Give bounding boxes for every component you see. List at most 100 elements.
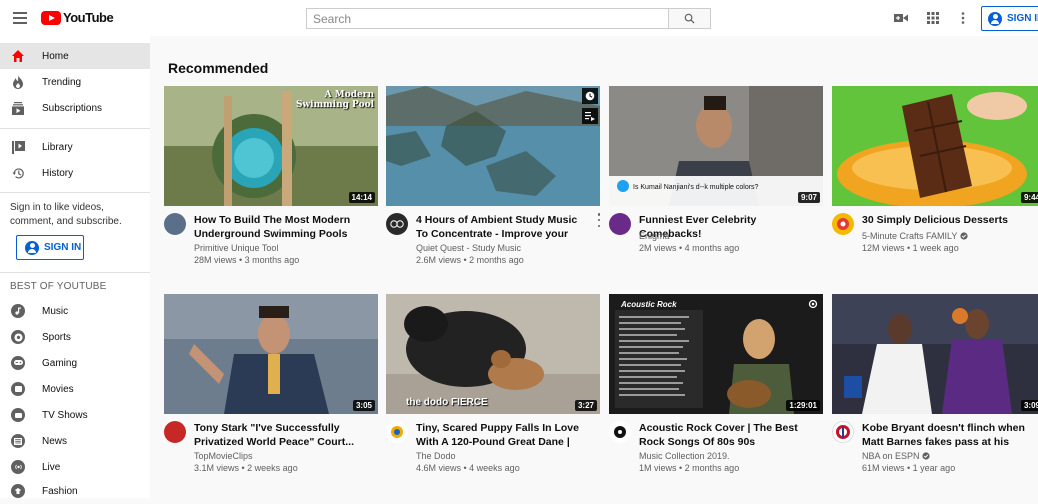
channel-name[interactable]: Quiet Quest - Study Music xyxy=(416,243,521,253)
library-icon xyxy=(11,140,25,154)
sidebar-item-library[interactable]: Library xyxy=(0,134,150,160)
settings-icon[interactable] xyxy=(805,296,821,312)
more-vert-icon[interactable] xyxy=(955,10,971,26)
sidebar-item-label: Movies xyxy=(42,383,74,395)
apps-grid-icon[interactable] xyxy=(925,10,941,26)
nba-logo-icon xyxy=(836,425,850,439)
video-duration: 3:27 xyxy=(574,400,597,411)
sidebar-divider xyxy=(0,128,150,129)
sidebar-item-sports[interactable]: Sports xyxy=(0,324,150,350)
video-title[interactable]: Kobe Bryant doesn't flinch when Matt Bar… xyxy=(862,421,1038,449)
menu-icon[interactable] xyxy=(13,12,27,24)
sign-in-prompt: Sign in to like videos, comment, and sub… xyxy=(10,202,122,227)
add-to-queue-icon[interactable] xyxy=(582,108,598,124)
video-title[interactable]: 30 Simply Delicious Desserts xyxy=(862,213,1038,227)
sign-in-label: SIGN IN xyxy=(1007,13,1038,24)
video-duration: 3:09 xyxy=(1020,400,1038,411)
sign-in-button-top[interactable]: SIGN IN xyxy=(981,6,1038,31)
search-icon xyxy=(684,13,695,24)
watch-later-icon[interactable] xyxy=(582,88,598,104)
sidebar-item-label: History xyxy=(42,167,74,179)
sidebar-item-label: Subscriptions xyxy=(42,102,103,114)
video-meta: 2.6M views • 2 months ago xyxy=(416,255,524,265)
video-thumbnail[interactable]: Acoustic Rock 1:29:01 xyxy=(609,294,823,414)
video-title[interactable]: Acoustic Rock Cover | The Best Rock Song… xyxy=(639,421,815,449)
video-thumbnail[interactable]: 9:44 xyxy=(832,86,1038,206)
sidebar-item-music[interactable]: Music xyxy=(0,298,150,324)
recommended-heading: Recommended xyxy=(168,60,269,76)
video-thumbnail[interactable]: 3:09 xyxy=(832,294,1038,414)
sidebar-item-home[interactable]: Home xyxy=(0,43,150,69)
sidebar-item-gaming[interactable]: Gaming xyxy=(0,350,150,376)
video-duration: 14:14 xyxy=(348,192,375,203)
channel-avatar[interactable] xyxy=(386,213,408,235)
thumbnail-caption: Acoustic Rock xyxy=(621,300,677,309)
top-bar: YouTube SIGN IN xyxy=(0,0,1038,36)
movies-icon xyxy=(11,382,25,396)
sidebar-item-tv-shows[interactable]: TV Shows xyxy=(0,402,150,428)
sidebar-item-news[interactable]: News xyxy=(0,428,150,454)
acoustic-rock-illustration xyxy=(609,294,823,414)
video-meta: 2M views • 4 months ago xyxy=(639,243,740,253)
video-title[interactable]: Tony Stark "I've Successfully Privatized… xyxy=(194,421,370,449)
subscriptions-icon xyxy=(11,101,25,115)
video-camera-icon[interactable] xyxy=(893,10,909,26)
sports-icon xyxy=(11,330,25,344)
fashion-icon xyxy=(11,484,25,498)
channel-avatar[interactable] xyxy=(609,213,631,235)
channel-name[interactable]: The Dodo xyxy=(416,451,456,461)
video-thumbnail[interactable]: Is Kumail Nanjiani's d--k multiple color… xyxy=(609,86,823,206)
channel-avatar[interactable] xyxy=(164,421,186,443)
video-thumbnail[interactable] xyxy=(386,86,600,206)
channel-avatar[interactable] xyxy=(609,421,631,443)
sidebar-item-live[interactable]: Live xyxy=(0,454,150,480)
sidebar-item-history[interactable]: History xyxy=(0,160,150,186)
channel-name[interactable]: 5-Minute Crafts FAMILY xyxy=(862,231,968,241)
sidebar-item-trending[interactable]: Trending xyxy=(0,69,150,95)
history-icon xyxy=(11,166,25,180)
account-icon xyxy=(988,11,1002,26)
channel-name[interactable]: NBA on ESPN xyxy=(862,451,930,461)
sidebar-divider xyxy=(0,272,150,273)
channel-name[interactable]: Enigma xyxy=(639,231,670,241)
best-of-youtube-heading: BEST OF YOUTUBE xyxy=(10,281,107,292)
channel-name[interactable]: Music Collection 2019. xyxy=(639,451,730,461)
account-icon xyxy=(25,240,39,255)
video-thumbnail[interactable]: A Modern Swimming Pool 14:14 xyxy=(164,86,378,206)
video-duration: 9:44 xyxy=(1020,192,1038,203)
dodo-logo-icon xyxy=(391,426,403,438)
video-title[interactable]: Tiny, Scared Puppy Falls In Love With A … xyxy=(416,421,592,449)
sidebar-item-label: Trending xyxy=(42,76,82,88)
video-duration: 9:07 xyxy=(797,192,820,203)
fjord-illustration xyxy=(386,86,600,206)
video-title[interactable]: 4 Hours of Ambient Study Music To Concen… xyxy=(416,213,592,241)
sidebar-item-subscriptions[interactable]: Subscriptions xyxy=(0,95,150,121)
sign-in-label: SIGN IN xyxy=(44,242,82,253)
sidebar-item-fashion[interactable]: Fashion xyxy=(0,478,150,504)
channel-avatar[interactable] xyxy=(386,421,408,443)
sidebar-item-label: TV Shows xyxy=(42,409,88,421)
video-title[interactable]: How To Build The Most Modern Underground… xyxy=(194,213,370,241)
sidebar-item-label: Music xyxy=(42,305,69,317)
sign-in-button-sidebar[interactable]: SIGN IN xyxy=(16,235,84,260)
channel-avatar[interactable] xyxy=(832,213,854,235)
video-thumbnail[interactable]: the dodo FIERCE 3:27 xyxy=(386,294,600,414)
courtroom-illustration xyxy=(164,294,378,414)
sidebar-item-label: Home xyxy=(42,50,69,62)
youtube-logo-icon xyxy=(41,10,61,25)
five-minute-crafts-logo-icon xyxy=(837,218,849,230)
more-options-icon[interactable] xyxy=(596,213,602,227)
channel-name[interactable]: TopMovieClips xyxy=(194,451,253,461)
sidebar-item-movies[interactable]: Movies xyxy=(0,376,150,402)
youtube-logo[interactable]: YouTube xyxy=(41,10,114,25)
channel-avatar[interactable] xyxy=(164,213,186,235)
search-input[interactable] xyxy=(306,8,668,29)
channel-name[interactable]: Primitive Unique Tool xyxy=(194,243,278,253)
video-meta: 12M views • 1 week ago xyxy=(862,243,959,253)
sidebar-divider xyxy=(0,192,150,193)
channel-avatar[interactable] xyxy=(832,421,854,443)
video-thumbnail[interactable]: 3:05 xyxy=(164,294,378,414)
search-button[interactable] xyxy=(668,8,711,29)
video-meta: 1M views • 2 months ago xyxy=(639,463,740,473)
gaming-icon xyxy=(11,356,25,370)
